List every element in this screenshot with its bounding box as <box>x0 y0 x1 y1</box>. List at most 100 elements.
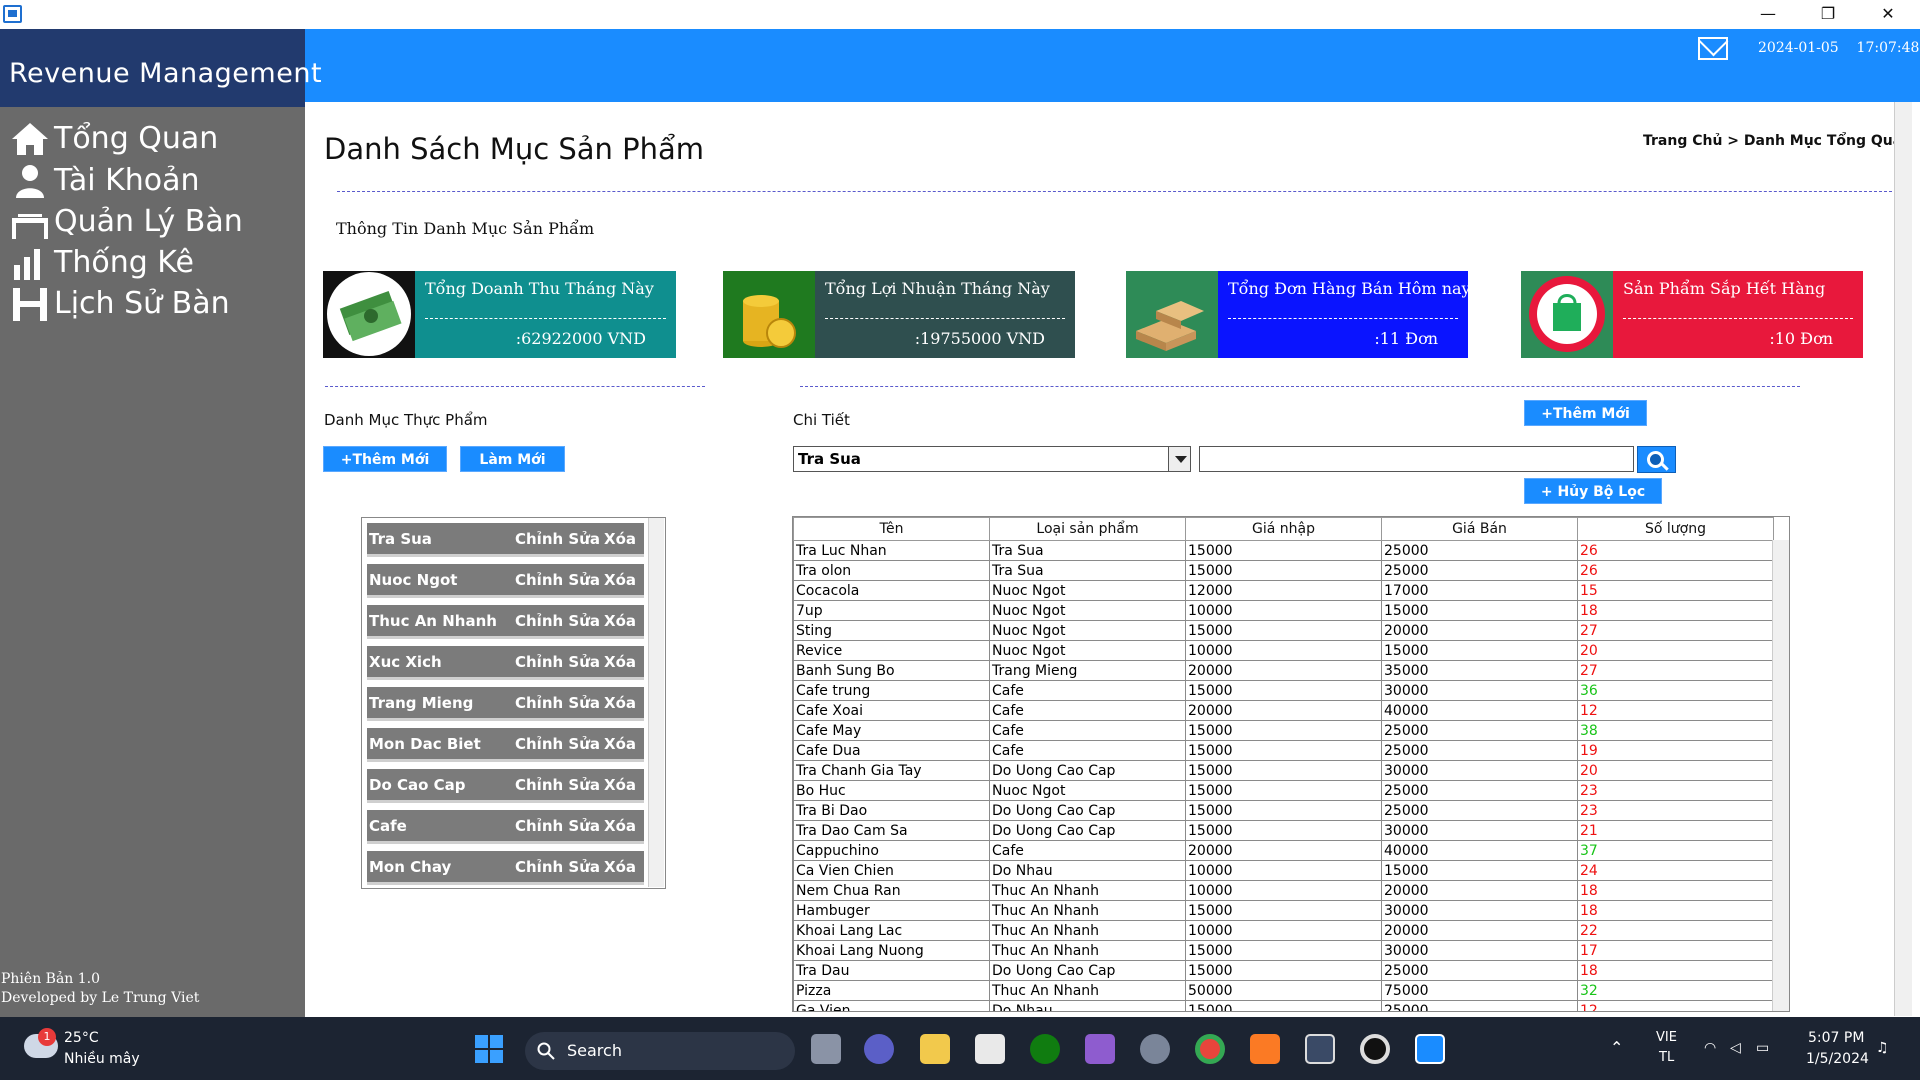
category-list-scrollbar[interactable] <box>648 518 664 887</box>
sidebar-item-overview[interactable]: Tổng Quan <box>10 120 300 160</box>
table-row[interactable]: Cafe May Cafe 15000 25000 38 <box>793 720 1774 741</box>
weather-desc[interactable]: Nhiều mây <box>64 1051 140 1067</box>
table-row[interactable]: Cappuchino Cafe 20000 40000 37 <box>793 840 1774 861</box>
restore-button[interactable]: ❐ <box>1805 0 1851 29</box>
chevron-down-icon[interactable] <box>1168 447 1190 471</box>
table-row[interactable]: Ca Vien Chien Do Nhau 10000 15000 24 <box>793 860 1774 881</box>
volume-icon[interactable]: ◁ <box>1730 1040 1741 1056</box>
column-header-type[interactable]: Loại sản phẩm <box>989 517 1186 541</box>
sidebar-item-table-management[interactable]: Quản Lý Bàn <box>10 203 300 243</box>
table-row[interactable]: Hambuger Thuc An Nhanh 15000 30000 18 <box>793 900 1774 921</box>
column-header-sale-price[interactable]: Giá Bán <box>1381 517 1578 541</box>
table-row[interactable]: Tra Dau Do Uong Cao Cap 15000 25000 18 <box>793 960 1774 981</box>
add-category-button[interactable]: +Thêm Mới <box>323 446 447 472</box>
add-product-button[interactable]: +Thêm Mới <box>1524 400 1647 426</box>
list-item[interactable]: Thuc An Nhanh Chỉnh Sửa Xóa <box>367 605 644 639</box>
delete-button[interactable]: Xóa <box>604 571 636 589</box>
list-item[interactable]: Mon Chay Chỉnh Sửa Xóa <box>367 851 644 885</box>
table-row[interactable]: Khoai Lang Nuong Thuc An Nhanh 15000 30000 1… <box>793 940 1774 961</box>
chrome-icon[interactable] <box>1195 1034 1225 1064</box>
table-row[interactable]: Tra Luc Nhan Tra Sua 15000 25000 26 <box>793 540 1774 561</box>
taskbar-search[interactable]: Search <box>525 1032 795 1070</box>
clock-date[interactable]: 1/5/2024 <box>1806 1051 1869 1067</box>
table-row[interactable]: Tra Chanh Gia Tay Do Uong Cao Cap 15000 300… <box>793 760 1774 781</box>
delete-button[interactable]: Xóa <box>604 817 636 835</box>
store-icon[interactable] <box>975 1034 1005 1064</box>
table-row[interactable]: Ga Vien Do Nhau 15000 25000 12 <box>793 1000 1774 1011</box>
table-scrollbar[interactable] <box>1772 540 1789 1011</box>
clock-time[interactable]: 5:07 PM <box>1808 1030 1864 1046</box>
close-button[interactable]: ✕ <box>1865 0 1911 29</box>
table-row[interactable]: Sting Nuoc Ngot 15000 20000 27 <box>793 620 1774 641</box>
sidebar-item-table-history[interactable]: Lịch Sử Bàn <box>10 285 300 325</box>
settings-icon[interactable] <box>1140 1034 1170 1064</box>
list-item[interactable]: Nuoc Ngot Chỉnh Sửa Xóa <box>367 564 644 598</box>
page-scrollbar[interactable] <box>1894 102 1912 1016</box>
table-row[interactable]: Banh Sung Bo Trang Mieng 20000 35000 27 <box>793 660 1774 681</box>
list-item[interactable]: Mon Dac Biet Chỉnh Sửa Xóa <box>367 728 644 762</box>
terminal-icon[interactable] <box>1305 1034 1335 1064</box>
edit-button[interactable]: Chỉnh Sửa <box>515 776 600 794</box>
table-row[interactable]: 7up Nuoc Ngot 10000 15000 18 <box>793 600 1774 621</box>
list-item[interactable]: Cafe Chỉnh Sửa Xóa <box>367 810 644 844</box>
delete-button[interactable]: Xóa <box>604 735 636 753</box>
delete-button[interactable]: Xóa <box>604 858 636 876</box>
teams-icon[interactable] <box>864 1034 894 1064</box>
battery-icon[interactable]: ▭ <box>1756 1040 1769 1056</box>
table-row[interactable]: Pizza Thuc An Nhanh 50000 75000 32 <box>793 980 1774 1001</box>
mail-icon[interactable] <box>1698 37 1728 60</box>
edit-button[interactable]: Chỉnh Sửa <box>515 694 600 712</box>
column-header-quantity[interactable]: Số lượng <box>1577 517 1774 541</box>
search-input[interactable] <box>1199 446 1634 472</box>
table-row[interactable]: Bo Huc Nuoc Ngot 15000 25000 23 <box>793 780 1774 801</box>
edit-button[interactable]: Chỉnh Sửa <box>515 530 600 548</box>
edit-button[interactable]: Chỉnh Sửa <box>515 612 600 630</box>
delete-button[interactable]: Xóa <box>604 612 636 630</box>
language-sub[interactable]: TL <box>1659 1050 1674 1065</box>
edit-button[interactable]: Chỉnh Sửa <box>515 858 600 876</box>
edit-button[interactable]: Chỉnh Sửa <box>515 653 600 671</box>
notification-bell-icon[interactable]: ♫ <box>1876 1040 1889 1056</box>
delete-button[interactable]: Xóa <box>604 694 636 712</box>
table-row[interactable]: Cafe Dua Cafe 15000 25000 19 <box>793 740 1774 761</box>
sidebar-item-account[interactable]: Tài Khoản <box>10 162 300 202</box>
table-row[interactable]: Cocacola Nuoc Ngot 12000 17000 15 <box>793 580 1774 601</box>
minimize-button[interactable]: — <box>1745 0 1791 29</box>
language-indicator[interactable]: VIE <box>1656 1030 1677 1045</box>
active-app-icon[interactable] <box>1415 1034 1445 1064</box>
column-header-import-price[interactable]: Giá nhập <box>1185 517 1382 541</box>
table-row[interactable]: Cafe trung Cafe 15000 30000 36 <box>793 680 1774 701</box>
edit-button[interactable]: Chỉnh Sửa <box>515 817 600 835</box>
weather-temp[interactable]: 25°C <box>64 1030 99 1046</box>
breadcrumb[interactable]: Trang Chủ > Danh Mục Tổng Quan <box>1643 133 1912 149</box>
category-filter-select[interactable]: Tra Sua <box>793 446 1191 472</box>
edit-button[interactable]: Chỉnh Sửa <box>515 571 600 589</box>
xampp-icon[interactable] <box>1250 1034 1280 1064</box>
clear-filter-button[interactable]: + Hủy Bộ Lọc <box>1524 478 1662 504</box>
list-item[interactable]: Trang Mieng Chỉnh Sửa Xóa <box>367 687 644 721</box>
refresh-button[interactable]: Làm Mới <box>460 446 565 472</box>
file-explorer-icon[interactable] <box>920 1034 950 1064</box>
delete-button[interactable]: Xóa <box>604 776 636 794</box>
recorder-icon[interactable] <box>1360 1034 1390 1064</box>
sidebar-item-statistics[interactable]: Thống Kê <box>10 244 300 284</box>
table-row[interactable]: Khoai Lang Lac Thuc An Nhanh 10000 20000 22 <box>793 920 1774 941</box>
camera-app-icon[interactable] <box>1085 1034 1115 1064</box>
xbox-icon[interactable] <box>1030 1034 1060 1064</box>
table-row[interactable]: Tra Bi Dao Do Uong Cao Cap 15000 25000 23 <box>793 800 1774 821</box>
wifi-icon[interactable]: ◠ <box>1704 1040 1716 1056</box>
table-row[interactable]: Cafe Xoai Cafe 20000 40000 12 <box>793 700 1774 721</box>
list-item[interactable]: Tra Sua Chỉnh Sửa Xóa <box>367 523 644 557</box>
delete-button[interactable]: Xóa <box>604 530 636 548</box>
search-icon[interactable] <box>1637 446 1676 473</box>
table-row[interactable]: Tra Dao Cam Sa Do Uong Cao Cap 15000 30000 2… <box>793 820 1774 841</box>
delete-button[interactable]: Xóa <box>604 653 636 671</box>
table-row[interactable]: Tra olon Tra Sua 15000 25000 26 <box>793 560 1774 581</box>
column-header-name[interactable]: Tên <box>793 517 990 541</box>
table-row[interactable]: Nem Chua Ran Thuc An Nhanh 10000 20000 18 <box>793 880 1774 901</box>
windows-start-icon[interactable] <box>474 1034 504 1064</box>
table-row[interactable]: Revice Nuoc Ngot 10000 15000 20 <box>793 640 1774 661</box>
chevron-up-icon[interactable]: ⌃ <box>1610 1038 1623 1057</box>
list-item[interactable]: Do Cao Cap Chỉnh Sửa Xóa <box>367 769 644 803</box>
list-item[interactable]: Xuc Xich Chỉnh Sửa Xóa <box>367 646 644 680</box>
